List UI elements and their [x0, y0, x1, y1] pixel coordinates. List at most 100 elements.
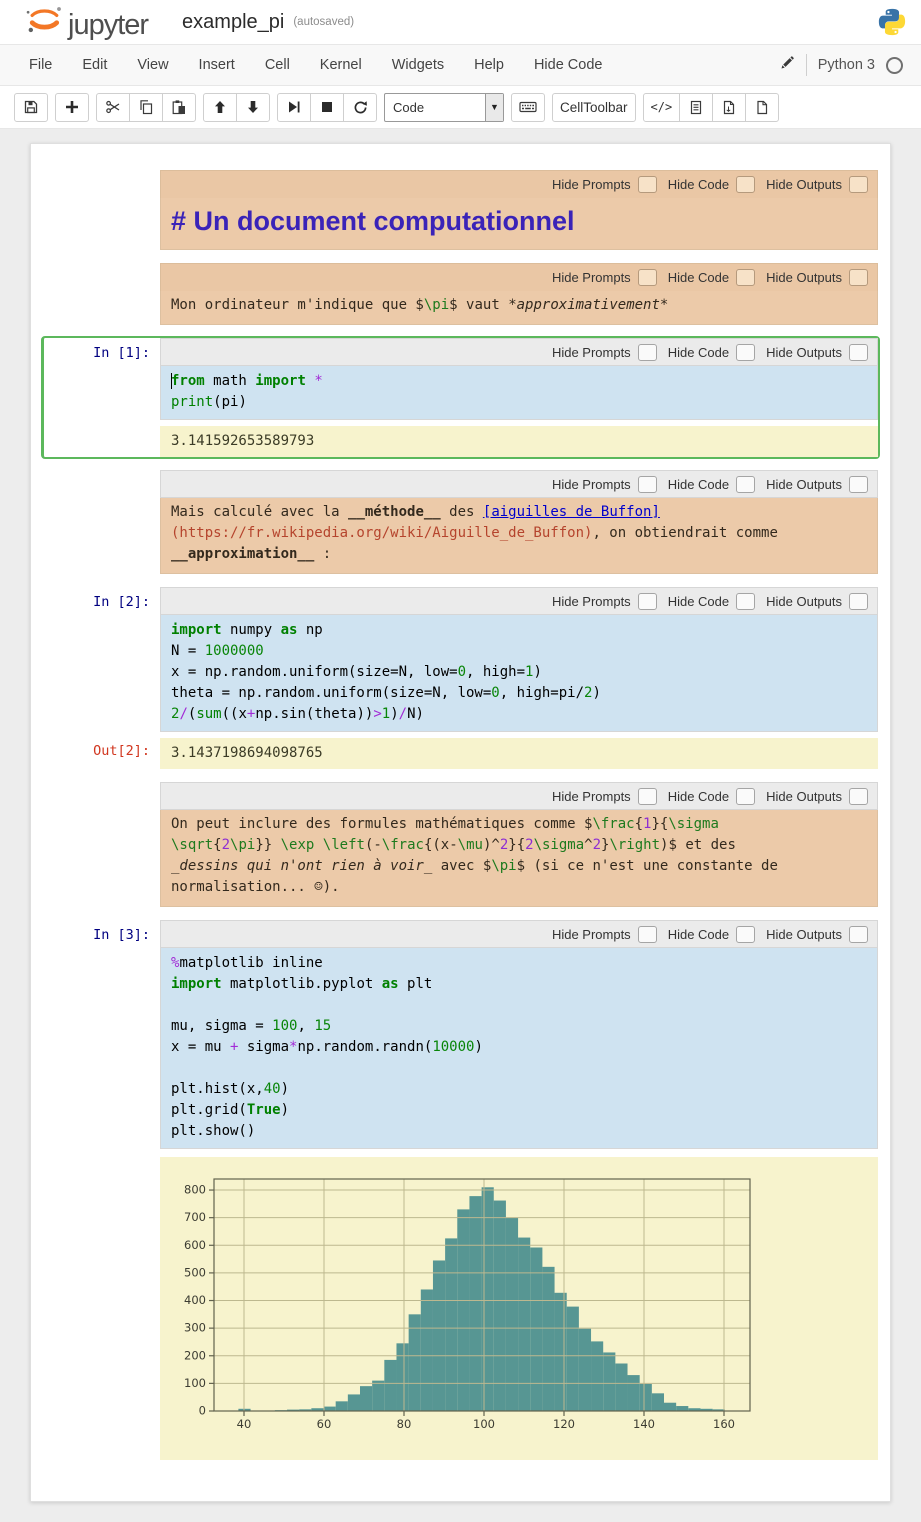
select-dropdown-arrow-icon: ▼ [485, 94, 503, 121]
menu-item-file[interactable]: File [14, 57, 67, 73]
notebook-cell-5[interactable]: In [2]:Hide PromptsHide CodeHide Outputs… [41, 585, 880, 771]
hide-outputs-checkbox[interactable] [849, 176, 868, 193]
hide-outputs-checkbox[interactable] [849, 476, 868, 493]
svg-text:40: 40 [237, 1417, 252, 1431]
cell-input-area: Hide PromptsHide CodeHide Outputs# Un do… [160, 170, 878, 250]
hide-prompts-checkbox[interactable] [638, 176, 657, 193]
output-prompt: Out[2]: [44, 732, 160, 769]
code-editor[interactable]: from math import *print(pi) [160, 366, 878, 420]
input-prompt [44, 263, 160, 325]
hide-prompts-checkbox[interactable] [638, 788, 657, 805]
code-editor[interactable]: %matplotlib inlineimport matplotlib.pypl… [160, 948, 878, 1149]
interrupt-kernel-button[interactable] [310, 93, 344, 122]
svg-text:500: 500 [184, 1266, 206, 1280]
plus-icon [65, 100, 79, 114]
hide-code-checkbox[interactable] [736, 176, 755, 193]
hide-code-checkbox[interactable] [736, 476, 755, 493]
input-prompt [44, 782, 160, 907]
hide-code-checkbox[interactable] [736, 269, 755, 286]
cell-input-area: Hide PromptsHide CodeHide OutputsMais ca… [160, 470, 878, 574]
markdown-editor[interactable]: Mon ordinateur m'indique que $\pi$ vaut … [160, 291, 878, 325]
new-notebook-button[interactable] [745, 93, 779, 122]
celltoolbar-button[interactable]: CellToolbar [552, 93, 636, 122]
cell-output-area: 0100200300400500600700800406080100120140… [160, 1149, 878, 1460]
hide-outputs-checkbox[interactable] [849, 269, 868, 286]
hide-outputs-checkbox[interactable] [849, 926, 868, 943]
run-cell-button[interactable] [277, 93, 311, 122]
markdown-editor[interactable]: Mais calculé avec la __méthode__ des [ai… [160, 498, 878, 574]
cell-input-row: In [3]:Hide PromptsHide CodeHide Outputs… [44, 920, 878, 1149]
hide-code-checkbox[interactable] [736, 344, 755, 361]
menu-item-widgets[interactable]: Widgets [377, 57, 459, 73]
jupyter-logo[interactable]: jupyter [24, 4, 148, 40]
hide-code-checkbox[interactable] [736, 926, 755, 943]
notebook-cell-1[interactable]: Hide PromptsHide CodeHide Outputs# Un do… [41, 168, 880, 252]
input-prompt [44, 170, 160, 250]
input-prompt: In [1]: [44, 338, 160, 420]
menu-item-cell[interactable]: Cell [250, 57, 305, 73]
menu-item-help[interactable]: Help [459, 57, 519, 73]
toggle-code-button[interactable]: </> [643, 93, 681, 122]
hide-outputs-checkbox[interactable] [849, 788, 868, 805]
cell-toolbar-strip: Hide PromptsHide CodeHide Outputs [160, 338, 878, 366]
hide-prompts-checkbox[interactable] [638, 926, 657, 943]
notebook-cell-7[interactable]: In [3]:Hide PromptsHide CodeHide Outputs… [41, 918, 880, 1462]
menu-item-hide-code[interactable]: Hide Code [519, 57, 618, 73]
hide-prompts-checkbox[interactable] [638, 269, 657, 286]
python-logo-icon [877, 7, 907, 42]
hide-prompts-checkbox[interactable] [638, 344, 657, 361]
add-cell-button[interactable] [55, 93, 89, 122]
notebook-scroll-area[interactable]: Hide PromptsHide CodeHide Outputs# Un do… [0, 129, 921, 1522]
hide-outputs-checkbox[interactable] [849, 344, 868, 361]
export-pdf-button[interactable] [712, 93, 746, 122]
hide-code-label: Hide Code [668, 177, 729, 192]
hide-code-label: Hide Code [668, 477, 729, 492]
notebook-cell-2[interactable]: Hide PromptsHide CodeHide OutputsMon ord… [41, 261, 880, 327]
notebook-cell-4[interactable]: Hide PromptsHide CodeHide OutputsMais ca… [41, 468, 880, 576]
jupyter-notebook-app: jupyter example_pi (autosaved) FileEditV… [0, 0, 921, 1522]
notebook-title[interactable]: example_pi [182, 11, 284, 34]
notebook-cell-6[interactable]: Hide PromptsHide CodeHide OutputsOn peut… [41, 780, 880, 909]
notebook-cell-3[interactable]: In [1]:Hide PromptsHide CodeHide Outputs… [41, 336, 880, 459]
markdown-editor[interactable]: On peut inclure des formules mathématiqu… [160, 810, 878, 907]
move-cell-up-button[interactable] [203, 93, 237, 122]
hide-prompts-checkbox[interactable] [638, 593, 657, 610]
hide-prompts-label: Hide Prompts [552, 345, 631, 360]
cell-type-select[interactable]: Code ▼ [384, 93, 504, 122]
cut-cell-button[interactable] [96, 93, 130, 122]
cell-input-row: In [2]:Hide PromptsHide CodeHide Outputs… [44, 587, 878, 732]
code-line: N = 1000000 [171, 641, 869, 662]
save-icon [23, 99, 39, 115]
markdown-editor[interactable]: # Un document computationnel [160, 198, 878, 250]
jupyter-logo-text: jupyter [68, 11, 148, 40]
save-button[interactable] [14, 93, 48, 122]
doc-blank-icon [755, 100, 769, 115]
cell-output-row: 3.141592653589793 [44, 420, 878, 457]
code-line: import numpy as np [171, 620, 869, 641]
hide-outputs-checkbox[interactable] [849, 593, 868, 610]
menu-item-kernel[interactable]: Kernel [305, 57, 377, 73]
paste-cell-button[interactable] [162, 93, 196, 122]
hide-outputs-label: Hide Outputs [766, 477, 842, 492]
move-cell-down-button[interactable] [236, 93, 270, 122]
menu-item-edit[interactable]: Edit [67, 57, 122, 73]
menu-item-insert[interactable]: Insert [184, 57, 250, 73]
hide-code-checkbox[interactable] [736, 593, 755, 610]
svg-text:60: 60 [317, 1417, 332, 1431]
hide-outputs-label: Hide Outputs [766, 270, 842, 285]
hide-code-checkbox[interactable] [736, 788, 755, 805]
output-prompt [44, 1149, 160, 1460]
code-line: plt.grid(True) [171, 1100, 869, 1121]
code-format-icon: </> [651, 100, 673, 114]
hide-outputs-label: Hide Outputs [766, 177, 842, 192]
menu-item-view[interactable]: View [122, 57, 183, 73]
command-palette-button[interactable] [511, 93, 545, 122]
code-editor[interactable]: import numpy as npN = 1000000x = np.rand… [160, 615, 878, 732]
export-html-button[interactable] [679, 93, 713, 122]
copy-cell-button[interactable] [129, 93, 163, 122]
text-output: 3.141592653589793 [160, 426, 878, 457]
hide-prompts-checkbox[interactable] [638, 476, 657, 493]
cell-toolbar-strip: Hide PromptsHide CodeHide Outputs [160, 170, 878, 198]
cell-input-area: Hide PromptsHide CodeHide Outputs%matplo… [160, 920, 878, 1149]
restart-kernel-button[interactable] [343, 93, 377, 122]
